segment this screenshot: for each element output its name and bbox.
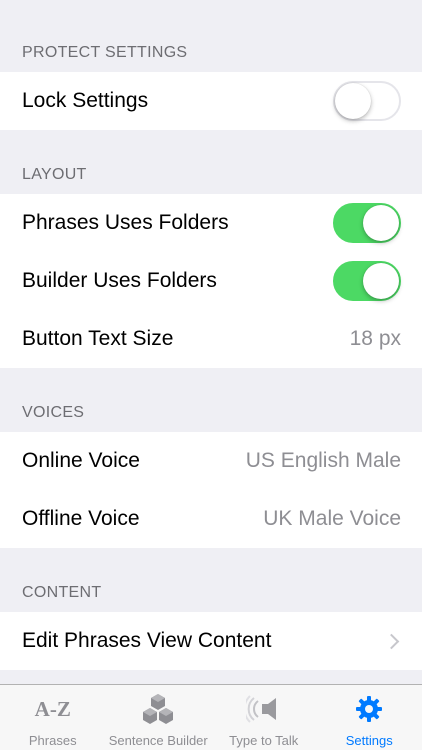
section-header-voices: VOICES xyxy=(22,404,85,421)
online-voice-row[interactable]: Online Voice US English Male xyxy=(0,432,422,490)
gear-icon xyxy=(354,691,384,727)
az-icon: A-Z xyxy=(34,696,71,721)
blocks-icon xyxy=(141,691,175,727)
phrases-uses-folders-toggle[interactable] xyxy=(333,203,401,243)
offline-voice-label: Offline Voice xyxy=(22,507,140,530)
lock-settings-row: Lock Settings xyxy=(0,72,422,130)
toggle-knob xyxy=(335,83,371,119)
speaker-icon xyxy=(245,691,282,727)
layout-group: Phrases Uses Folders Builder Uses Folder… xyxy=(0,194,422,368)
tab-sentence-builder[interactable]: Sentence Builder xyxy=(106,685,212,750)
chevron-right-icon xyxy=(383,633,400,649)
lock-settings-label: Lock Settings xyxy=(22,89,149,112)
builder-uses-folders-label: Builder Uses Folders xyxy=(22,269,217,292)
edit-phrases-view-content-row[interactable]: Edit Phrases View Content xyxy=(0,612,422,670)
section-header-layout: LAYOUT xyxy=(22,166,87,183)
online-voice-label: Online Voice xyxy=(22,449,140,472)
content-group: Edit Phrases View Content xyxy=(0,612,422,670)
builder-uses-folders-toggle[interactable] xyxy=(333,261,401,301)
offline-voice-value: UK Male Voice xyxy=(263,507,401,530)
toggle-knob xyxy=(363,205,399,241)
builder-uses-folders-row: Builder Uses Folders xyxy=(0,252,422,310)
button-text-size-label: Button Text Size xyxy=(22,327,174,350)
section-header-content: CONTENT xyxy=(22,584,102,601)
phrases-uses-folders-row: Phrases Uses Folders xyxy=(0,194,422,252)
tab-label: Settings xyxy=(345,733,393,748)
tab-phrases[interactable]: A-Z Phrases xyxy=(0,685,106,750)
tab-label: Sentence Builder xyxy=(108,733,208,748)
section-header-protect-settings: PROTECT SETTINGS xyxy=(22,44,188,61)
tab-label: Type to Talk xyxy=(229,733,299,748)
edit-phrases-view-content-label: Edit Phrases View Content xyxy=(22,629,272,652)
tab-bar: A-Z Phrases Sentence Builder Type to Tal… xyxy=(0,684,422,750)
button-text-size-row[interactable]: Button Text Size 18 px xyxy=(0,310,422,368)
voices-group: Online Voice US English Male Offline Voi… xyxy=(0,432,422,548)
lock-settings-toggle[interactable] xyxy=(333,81,401,121)
tab-type-to-talk[interactable]: Type to Talk xyxy=(211,685,317,750)
toggle-knob xyxy=(363,263,399,299)
phrases-uses-folders-label: Phrases Uses Folders xyxy=(22,211,229,234)
online-voice-value: US English Male xyxy=(245,449,401,472)
offline-voice-row[interactable]: Offline Voice UK Male Voice xyxy=(0,490,422,548)
protect-settings-group: Lock Settings xyxy=(0,72,422,130)
tab-label: Phrases xyxy=(28,733,77,748)
button-text-size-value: 18 px xyxy=(349,327,401,350)
tab-settings[interactable]: Settings xyxy=(317,685,422,750)
